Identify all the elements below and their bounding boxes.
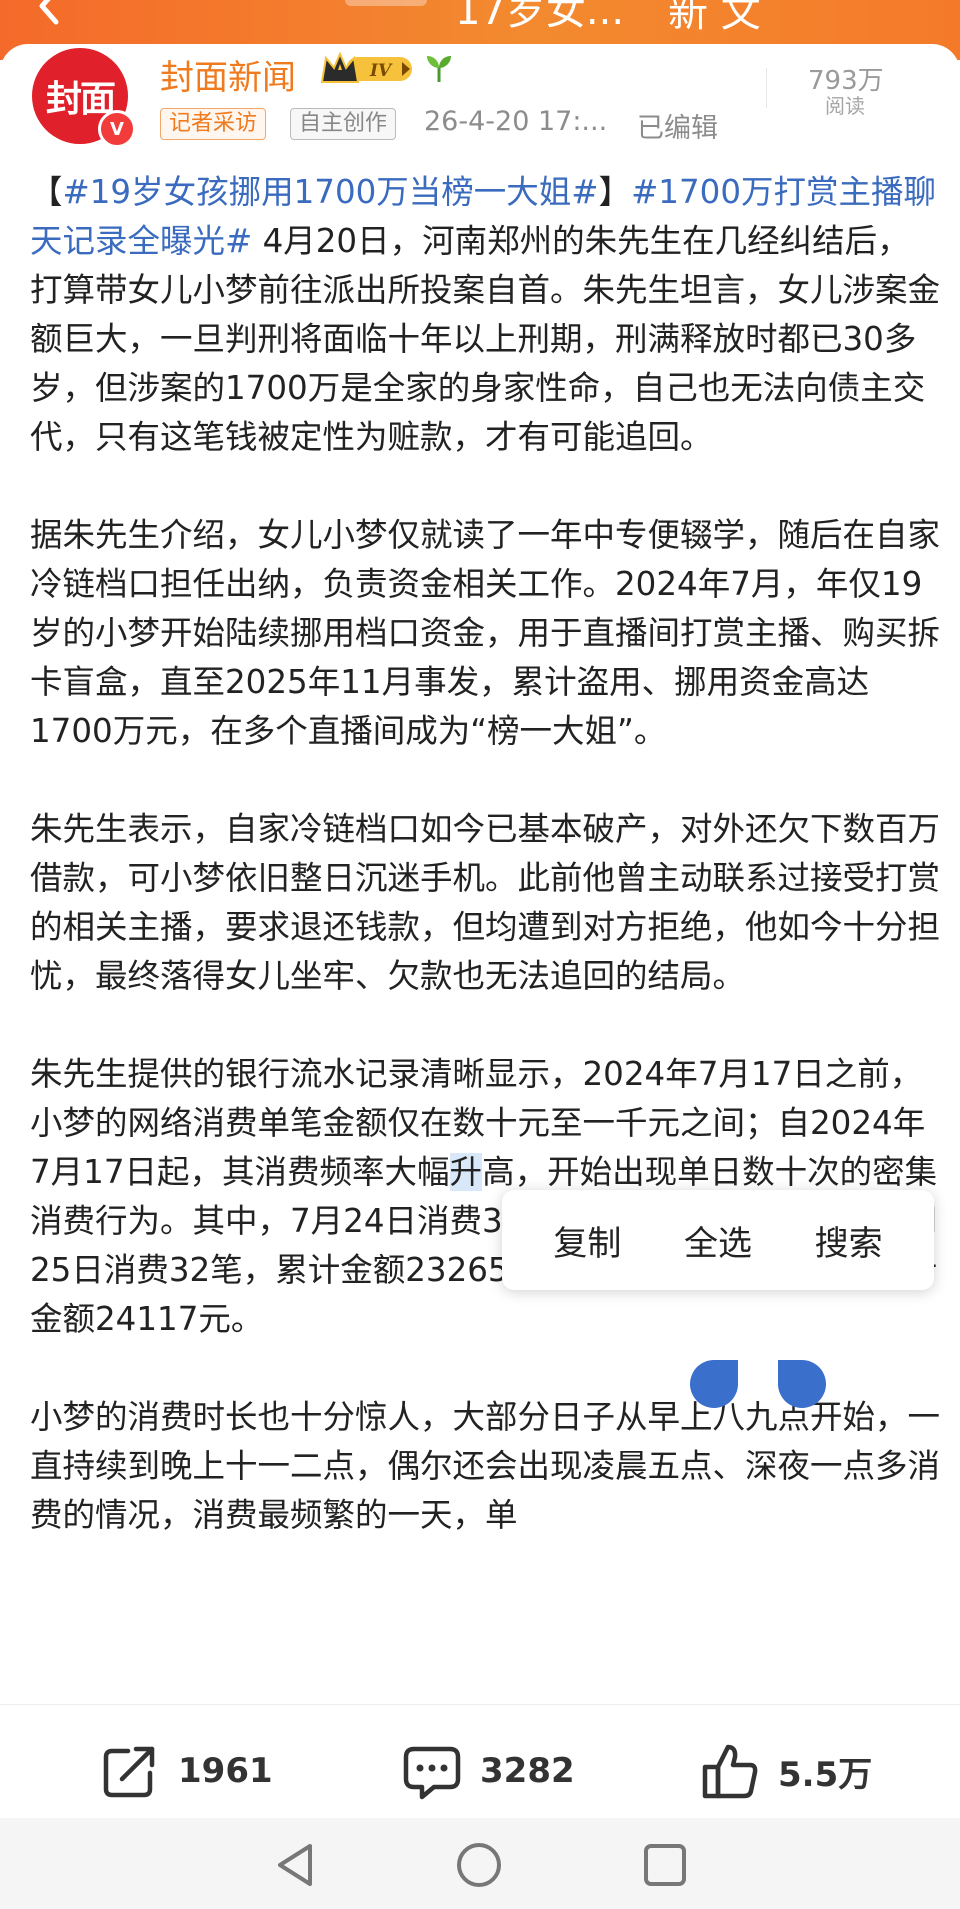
comment-button[interactable]: 3282: [402, 1741, 575, 1801]
topbar-right-label[interactable]: 新 文: [668, 0, 761, 38]
topbar-pill: [345, 0, 427, 6]
paragraph-3: 朱先生表示，自家冷链档口如今已基本破产，对外还欠下数百万借款，可小梦依旧整日沉迷…: [30, 810, 941, 995]
thumbs-up-icon: [702, 1744, 758, 1799]
comment-icon: [403, 1746, 461, 1800]
share-icon: [103, 1746, 155, 1798]
selected-text[interactable]: 升: [449, 1153, 483, 1191]
search-menu-item[interactable]: 搜索: [803, 1206, 895, 1275]
topbar-title: 17岁女...: [455, 0, 625, 34]
post-time: 26-4-20 17:...: [424, 106, 608, 137]
comment-count: 3282: [480, 1751, 575, 1791]
sprout-icon: [427, 56, 451, 82]
share-count: 1961: [178, 1751, 273, 1791]
text-context-menu: 复制 全选 搜索: [502, 1190, 934, 1290]
nav-home-icon[interactable]: [454, 1840, 504, 1890]
nav-recents-icon[interactable]: [640, 1840, 690, 1890]
edited-label: 已编辑: [637, 113, 718, 144]
bracket-close: 】: [598, 173, 632, 211]
system-nav-bar: [0, 1818, 960, 1909]
selection-start-handle[interactable]: [690, 1360, 738, 1408]
tag-reporter-interview: 记者采访: [160, 108, 267, 140]
select-all-menu-item[interactable]: 全选: [672, 1206, 764, 1275]
selection-end-handle[interactable]: [778, 1360, 826, 1408]
hashtag-link[interactable]: #19岁女孩挪用1700万当榜一大姐#: [63, 173, 599, 211]
nav-back-icon[interactable]: [270, 1840, 320, 1890]
paragraph-2: 据朱先生介绍，女儿小梦仅就读了一年中专便辍学，随后在自家冷链档口担任出纳，负责资…: [30, 516, 941, 750]
article-body[interactable]: 【#19岁女孩挪用1700万当榜一大姐#】#1700万打赏主播聊天记录全曝光# …: [30, 168, 940, 1540]
like-button[interactable]: 5.5万: [700, 1741, 872, 1801]
paragraph-5: 小梦的消费时长也十分惊人，大部分日子从早上八九点开始，一直持续到晚上十一二点，偶…: [30, 1398, 941, 1534]
like-count: 5.5万: [778, 1754, 873, 1795]
verified-badge-icon: V: [98, 110, 136, 148]
tag-original: 自主创作: [290, 108, 397, 140]
crown-level-badge-icon: IV: [320, 52, 412, 83]
divider: [766, 68, 767, 108]
copy-menu-item[interactable]: 复制: [541, 1206, 633, 1275]
bracket-open: 【: [30, 173, 63, 211]
paragraph-1: 【#19岁女孩挪用1700万当榜一大姐#】#1700万打赏主播聊天记录全曝光# …: [30, 168, 940, 462]
level-text: IV: [369, 61, 393, 81]
back-arrow-icon[interactable]: [30, 0, 70, 26]
share-button[interactable]: 1961: [100, 1741, 273, 1801]
author-name[interactable]: 封面新闻: [160, 50, 296, 99]
read-label: 阅读: [825, 94, 865, 118]
